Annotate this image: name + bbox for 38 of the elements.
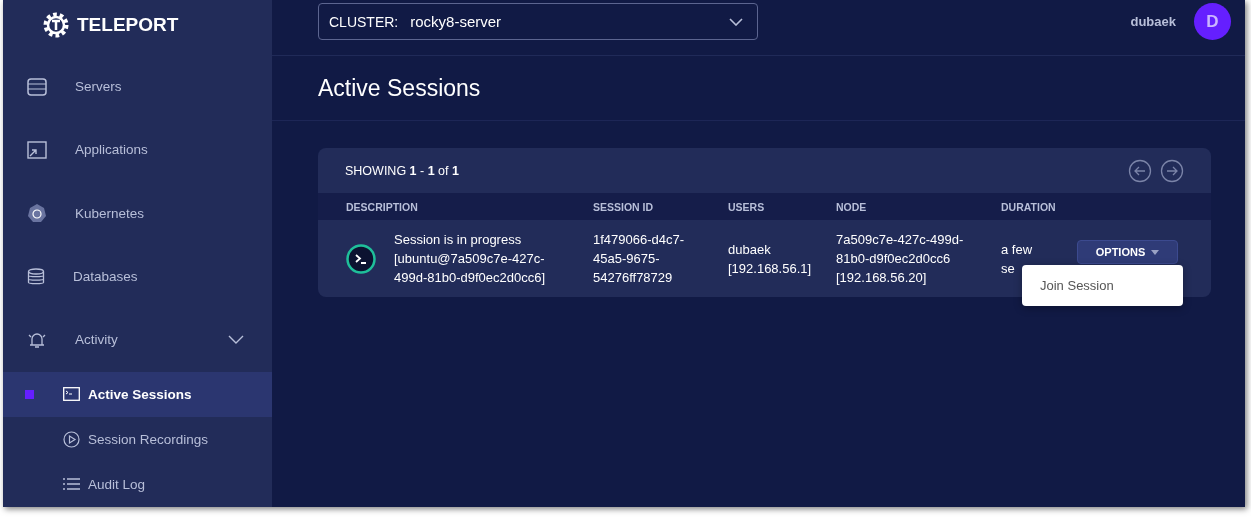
page-title: Active Sessions [318,74,481,102]
wheel-icon [27,203,47,224]
cluster-select[interactable]: CLUSTER: rocky8-server [318,3,758,40]
column-header: NODE [836,200,868,213]
terminal-prompt-icon [346,243,376,274]
table-cell-text: 1f479066-d4c7-45a5-9675-54276ff78729 [593,231,686,287]
column-header: SESSION ID [593,200,655,213]
table-cell-text: Session is in progress [ubuntu@7a509c7e-427c-499d-81b0-d9f0ec2d0cc6] [394,231,547,287]
play-icon [63,430,80,448]
column-header: DESCRIPTION [346,200,419,213]
sidebar-item[interactable]: Audit Log [3,461,272,507]
table-cell-text: dubaek [192.168.56.1] [728,240,813,278]
brand-name: TELEPORT [77,13,179,36]
sidebar-item[interactable]: Servers [3,54,272,119]
sidebar-item[interactable]: Activity [3,308,272,372]
previous-page-icon[interactable] [1128,158,1152,183]
list-icon [63,478,80,491]
column-header: USERS [728,200,766,213]
database-icon [27,267,45,286]
sidebar-item[interactable]: Databases [3,244,272,309]
bell-icon [27,330,47,349]
next-page-icon[interactable] [1160,158,1184,183]
sidebar-item[interactable]: Kubernetes [3,181,272,245]
server-icon [27,77,47,96]
table-cell-text: 7a509c7e-427c-499d-81b0-d9f0ec2d0cc6 [192.168.56.20] [836,231,965,287]
gear-logo-icon [43,11,69,38]
column-header: DURATION [1001,200,1057,213]
options-button[interactable]: OPTIONS [1077,240,1178,264]
sidebar-item[interactable]: Applications [3,118,272,182]
user-name[interactable]: dubaek [1130,14,1176,29]
selection-marker [25,389,34,399]
caret-icon [1151,249,1160,255]
terminal-icon [63,387,80,402]
pagination-summary: SHOWING 1 - 1 of 1 [345,163,459,178]
chevron-icon [729,17,743,26]
sidebar-item[interactable]: Active Sessions [3,371,272,417]
user-avatar[interactable]: D [1194,3,1231,40]
sidebar-item[interactable]: Session Recordings [3,416,272,462]
